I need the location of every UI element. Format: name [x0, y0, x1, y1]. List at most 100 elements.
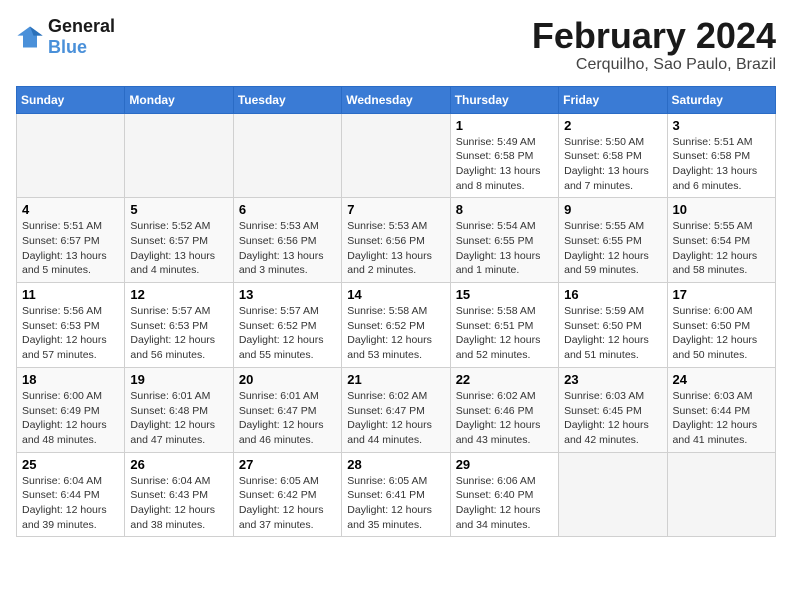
weekday-header-thursday: Thursday — [450, 86, 558, 113]
day-number: 6 — [239, 202, 336, 217]
day-info: Sunrise: 6:02 AM Sunset: 6:47 PM Dayligh… — [347, 389, 444, 448]
calendar-cell: 19 Sunrise: 6:01 AM Sunset: 6:48 PM Dayli… — [125, 367, 233, 452]
weekday-header-monday: Monday — [125, 86, 233, 113]
calendar-cell: 7Sunrise: 5:53 AM Sunset: 6:56 PM Daylig… — [342, 198, 450, 283]
day-number: 7 — [347, 202, 444, 217]
day-number: 4 — [22, 202, 119, 217]
calendar-cell: 5 Sunrise: 5:52 AM Sunset: 6:57 PM Daylig… — [125, 198, 233, 283]
calendar-week-2: 4 Sunrise: 5:51 AM Sunset: 6:57 PM Daylig… — [17, 198, 776, 283]
title-area: February 2024 Cerquilho, Sao Paulo, Braz… — [532, 16, 776, 74]
day-info: Sunrise: 5:58 AM Sunset: 6:52 PM Dayligh… — [347, 304, 444, 363]
calendar-cell — [17, 113, 125, 198]
day-info: Sunrise: 5:57 AM Sunset: 6:52 PM Dayligh… — [239, 304, 336, 363]
calendar-cell: 25 Sunrise: 6:04 AM Sunset: 6:44 PM Dayli… — [17, 452, 125, 537]
day-number: 19 — [130, 372, 227, 387]
day-number: 22 — [456, 372, 553, 387]
day-info: Sunrise: 5:50 AM Sunset: 6:58 PM Dayligh… — [564, 135, 661, 194]
day-info: Sunrise: 5:53 AM Sunset: 6:56 PM Dayligh… — [239, 219, 336, 278]
weekday-header-saturday: Saturday — [667, 86, 775, 113]
calendar-cell: 24 Sunrise: 6:03 AM Sunset: 6:44 PM Dayli… — [667, 367, 775, 452]
calendar-cell — [667, 452, 775, 537]
calendar-body: 1 Sunrise: 5:49 AM Sunset: 6:58 PM Daylig… — [17, 113, 776, 537]
logo-text: General Blue — [48, 16, 115, 58]
day-info: Sunrise: 6:00 AM Sunset: 6:49 PM Dayligh… — [22, 389, 119, 448]
day-info: Sunrise: 5:52 AM Sunset: 6:57 PM Dayligh… — [130, 219, 227, 278]
day-info: Sunrise: 5:57 AM Sunset: 6:53 PM Dayligh… — [130, 304, 227, 363]
day-info: Sunrise: 5:49 AM Sunset: 6:58 PM Dayligh… — [456, 135, 553, 194]
day-info: Sunrise: 6:03 AM Sunset: 6:45 PM Dayligh… — [564, 389, 661, 448]
calendar-week-4: 18 Sunrise: 6:00 AM Sunset: 6:49 PM Dayli… — [17, 367, 776, 452]
calendar-cell: 4 Sunrise: 5:51 AM Sunset: 6:57 PM Daylig… — [17, 198, 125, 283]
calendar-cell: 16 Sunrise: 5:59 AM Sunset: 6:50 PM Dayli… — [559, 283, 667, 368]
day-number: 28 — [347, 457, 444, 472]
day-number: 3 — [673, 118, 770, 133]
day-number: 18 — [22, 372, 119, 387]
calendar-cell: 18 Sunrise: 6:00 AM Sunset: 6:49 PM Dayli… — [17, 367, 125, 452]
calendar-cell: 22 Sunrise: 6:02 AM Sunset: 6:46 PM Dayli… — [450, 367, 558, 452]
day-info: Sunrise: 6:01 AM Sunset: 6:48 PM Dayligh… — [130, 389, 227, 448]
calendar-cell: 9 Sunrise: 5:55 AM Sunset: 6:55 PM Daylig… — [559, 198, 667, 283]
calendar-cell: 15 Sunrise: 5:58 AM Sunset: 6:51 PM Dayli… — [450, 283, 558, 368]
weekday-header-tuesday: Tuesday — [233, 86, 341, 113]
logo-icon — [16, 23, 44, 51]
header: General Blue February 2024 Cerquilho, Sa… — [16, 16, 776, 74]
calendar-cell: 6 Sunrise: 5:53 AM Sunset: 6:56 PM Daylig… — [233, 198, 341, 283]
day-number: 29 — [456, 457, 553, 472]
calendar-cell: 26Sunrise: 6:04 AM Sunset: 6:43 PM Dayli… — [125, 452, 233, 537]
day-number: 23 — [564, 372, 661, 387]
logo: General Blue — [16, 16, 115, 58]
day-info: Sunrise: 6:04 AM Sunset: 6:43 PM Dayligh… — [130, 474, 227, 533]
day-number: 10 — [673, 202, 770, 217]
weekday-header-friday: Friday — [559, 86, 667, 113]
day-number: 13 — [239, 287, 336, 302]
day-number: 14 — [347, 287, 444, 302]
calendar-cell: 21 Sunrise: 6:02 AM Sunset: 6:47 PM Dayli… — [342, 367, 450, 452]
day-number: 5 — [130, 202, 227, 217]
calendar-cell: 1 Sunrise: 5:49 AM Sunset: 6:58 PM Daylig… — [450, 113, 558, 198]
day-number: 1 — [456, 118, 553, 133]
weekday-header-sunday: Sunday — [17, 86, 125, 113]
calendar-week-5: 25 Sunrise: 6:04 AM Sunset: 6:44 PM Dayli… — [17, 452, 776, 537]
month-title: February 2024 — [532, 16, 776, 56]
calendar-cell: 13 Sunrise: 5:57 AM Sunset: 6:52 PM Dayli… — [233, 283, 341, 368]
calendar-week-1: 1 Sunrise: 5:49 AM Sunset: 6:58 PM Daylig… — [17, 113, 776, 198]
day-number: 27 — [239, 457, 336, 472]
calendar-week-3: 11Sunrise: 5:56 AM Sunset: 6:53 PM Dayli… — [17, 283, 776, 368]
day-number: 2 — [564, 118, 661, 133]
day-number: 21 — [347, 372, 444, 387]
location-title: Cerquilho, Sao Paulo, Brazil — [532, 56, 776, 74]
calendar-cell: 8Sunrise: 5:54 AM Sunset: 6:55 PM Daylig… — [450, 198, 558, 283]
calendar-cell: 28Sunrise: 6:05 AM Sunset: 6:41 PM Dayli… — [342, 452, 450, 537]
calendar-cell: 29Sunrise: 6:06 AM Sunset: 6:40 PM Dayli… — [450, 452, 558, 537]
calendar-cell: 2 Sunrise: 5:50 AM Sunset: 6:58 PM Daylig… — [559, 113, 667, 198]
calendar-cell — [125, 113, 233, 198]
day-number: 8 — [456, 202, 553, 217]
day-number: 17 — [673, 287, 770, 302]
weekday-header-wednesday: Wednesday — [342, 86, 450, 113]
day-info: Sunrise: 6:02 AM Sunset: 6:46 PM Dayligh… — [456, 389, 553, 448]
calendar-cell — [342, 113, 450, 198]
calendar-cell: 20 Sunrise: 6:01 AM Sunset: 6:47 PM Dayli… — [233, 367, 341, 452]
calendar: SundayMondayTuesdayWednesdayThursdayFrid… — [16, 86, 776, 538]
day-info: Sunrise: 5:51 AM Sunset: 6:58 PM Dayligh… — [673, 135, 770, 194]
day-info: Sunrise: 5:55 AM Sunset: 6:55 PM Dayligh… — [564, 219, 661, 278]
day-info: Sunrise: 6:01 AM Sunset: 6:47 PM Dayligh… — [239, 389, 336, 448]
day-number: 20 — [239, 372, 336, 387]
day-number: 24 — [673, 372, 770, 387]
day-info: Sunrise: 6:04 AM Sunset: 6:44 PM Dayligh… — [22, 474, 119, 533]
day-info: Sunrise: 5:59 AM Sunset: 6:50 PM Dayligh… — [564, 304, 661, 363]
calendar-cell: 23 Sunrise: 6:03 AM Sunset: 6:45 PM Dayli… — [559, 367, 667, 452]
day-number: 16 — [564, 287, 661, 302]
day-number: 9 — [564, 202, 661, 217]
calendar-cell: 11Sunrise: 5:56 AM Sunset: 6:53 PM Dayli… — [17, 283, 125, 368]
calendar-cell: 12Sunrise: 5:57 AM Sunset: 6:53 PM Dayli… — [125, 283, 233, 368]
day-number: 25 — [22, 457, 119, 472]
day-info: Sunrise: 5:55 AM Sunset: 6:54 PM Dayligh… — [673, 219, 770, 278]
day-info: Sunrise: 5:58 AM Sunset: 6:51 PM Dayligh… — [456, 304, 553, 363]
calendar-header-row: SundayMondayTuesdayWednesdayThursdayFrid… — [17, 86, 776, 113]
day-info: Sunrise: 6:05 AM Sunset: 6:42 PM Dayligh… — [239, 474, 336, 533]
calendar-cell: 14 Sunrise: 5:58 AM Sunset: 6:52 PM Dayli… — [342, 283, 450, 368]
day-info: Sunrise: 5:51 AM Sunset: 6:57 PM Dayligh… — [22, 219, 119, 278]
day-info: Sunrise: 6:03 AM Sunset: 6:44 PM Dayligh… — [673, 389, 770, 448]
day-number: 15 — [456, 287, 553, 302]
